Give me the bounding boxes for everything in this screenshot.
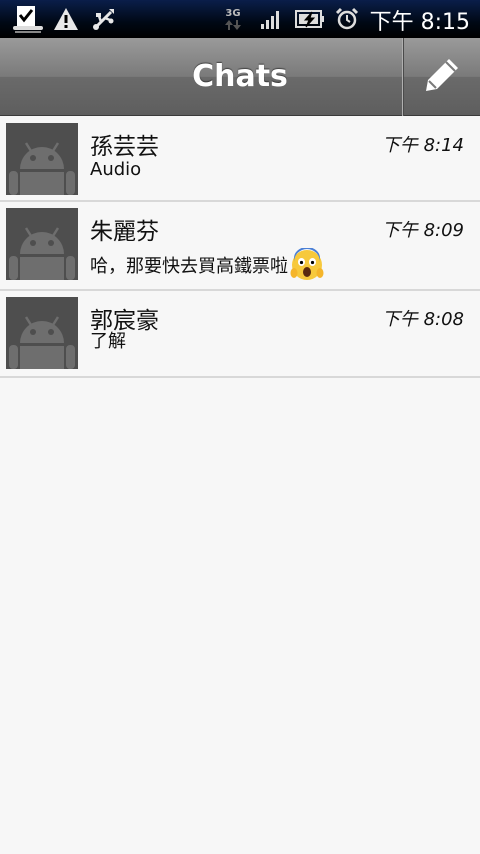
chat-timestamp: 下午 8:08 [381,309,464,330]
usb-icon [90,6,118,32]
pencil-icon [422,55,462,99]
chat-list-item[interactable]: 孫芸芸 下午 8:14 Audio [0,117,480,202]
avatar [6,297,78,369]
network-label: 3G [225,7,241,19]
signal-icon [258,6,284,32]
chat-timestamp: 下午 8:09 [381,220,464,241]
download-complete-icon [10,6,46,33]
chat-timestamp: 下午 8:14 [381,135,464,156]
contact-name: 孫芸芸 [90,134,159,160]
message-text: Audio [90,159,142,180]
message-preview: 哈，那要快去買高鐵票啦 [90,247,324,282]
avatar [6,123,78,195]
compose-button[interactable] [402,38,480,116]
chat-list-item[interactable]: 郭宸豪 下午 8:08 了解 [0,291,480,378]
status-time: 下午 8:15 [369,10,470,35]
message-text: 了解 [90,331,126,352]
message-preview: 了解 [90,327,126,353]
warning-icon [52,6,80,32]
chat-list: 孫芸芸 下午 8:14 Audio 朱麗芬 下午 8:09 哈，那要快去買高鐵票… [0,117,480,378]
contact-name: 朱麗芬 [90,219,159,245]
avatar [6,208,78,280]
message-text: 哈，那要快去買高鐵票啦 [90,256,288,277]
alarm-icon [334,6,360,32]
message-preview: Audio [90,159,141,180]
battery-charging-icon [294,6,326,32]
title-bar: Chats [0,38,480,116]
chat-list-item[interactable]: 朱麗芬 下午 8:09 哈，那要快去買高鐵票啦 [0,202,480,291]
status-bar: 3G 下午 8:15 [0,0,480,38]
screaming-face-emoji-icon [290,247,324,282]
network-3g-icon: 3G [220,6,246,32]
